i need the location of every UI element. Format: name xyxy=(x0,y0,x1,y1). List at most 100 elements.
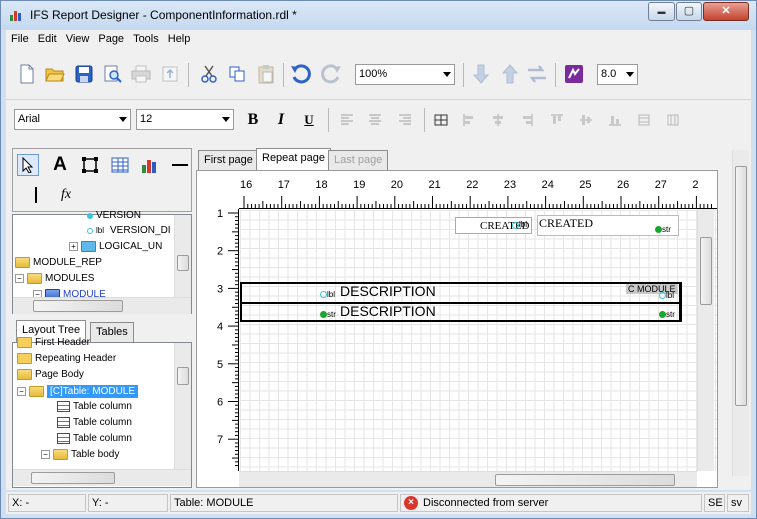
scroll-thumb[interactable] xyxy=(31,472,115,484)
error-icon: × xyxy=(404,496,418,510)
close-button[interactable]: ✕ xyxy=(703,2,749,21)
ruler-label: 19 xyxy=(353,179,365,191)
tree-item-table-column[interactable]: Table column xyxy=(57,417,132,428)
rectangle-tool-icon[interactable] xyxy=(79,154,101,176)
new-file-icon[interactable] xyxy=(16,63,38,85)
created-label-field[interactable]: CREATED lbl xyxy=(455,217,532,234)
table-module[interactable]: lbl DESCRIPTION C MODULE lbl str DESCRIP… xyxy=(240,282,682,322)
cut-icon[interactable] xyxy=(198,63,220,85)
collapse-icon[interactable]: − xyxy=(15,274,24,283)
layout-tree-hscroll[interactable] xyxy=(13,469,191,486)
same-height-icon[interactable] xyxy=(633,109,655,131)
tab-last-page[interactable]: Last page xyxy=(328,150,389,170)
align-objects-center-icon[interactable] xyxy=(487,109,509,131)
design-canvas[interactable]: 16 17 18 19 20 21 22 23 24 25 26 27 2 1234567 CREATE… xyxy=(196,170,718,488)
tree-item-logical-un[interactable]: + LOGICAL_UN xyxy=(69,241,162,252)
minimize-button[interactable]: ▬ xyxy=(648,2,675,21)
same-width-icon[interactable] xyxy=(662,109,684,131)
tree-item-modules[interactable]: − MODULES xyxy=(15,273,94,284)
tree-item-table-body[interactable]: − Table body xyxy=(41,449,119,460)
canvas-hscroll[interactable] xyxy=(239,471,697,487)
redo-icon[interactable] xyxy=(320,63,342,85)
tab-repeat-page[interactable]: Repeat page xyxy=(256,148,331,170)
tree-item-table-column[interactable]: Table column xyxy=(57,433,132,444)
layout-grid[interactable]: CREATED lbl CREATED str lbl DESCRIPTION … xyxy=(240,210,717,471)
tab-tables[interactable]: Tables xyxy=(90,322,134,342)
table-insert-icon[interactable] xyxy=(430,109,452,131)
italic-button[interactable]: I xyxy=(270,109,292,131)
copy-icon[interactable] xyxy=(226,63,248,85)
scroll-thumb[interactable] xyxy=(33,300,123,312)
tree-item-page-body[interactable]: Page Body xyxy=(17,369,84,380)
expand-icon[interactable]: + xyxy=(69,242,78,251)
menu-edit[interactable]: Edit xyxy=(33,30,61,45)
undo-icon[interactable] xyxy=(290,63,312,85)
tree-item-repeating-header[interactable]: Repeating Header xyxy=(17,353,116,364)
chart-tool-icon[interactable] xyxy=(139,154,161,176)
scroll-thumb[interactable] xyxy=(495,474,675,486)
pointer-tool-icon[interactable] xyxy=(17,154,39,176)
scroll-thumb[interactable] xyxy=(700,237,712,305)
function-tool-icon[interactable]: fx xyxy=(55,184,77,206)
underline-button[interactable]: U xyxy=(298,109,320,131)
version-select[interactable]: 8.0 xyxy=(597,64,638,85)
align-objects-right-icon[interactable] xyxy=(516,109,538,131)
tree-item-table-column[interactable]: Table column xyxy=(57,401,132,412)
scroll-thumb[interactable] xyxy=(735,166,747,406)
print-icon[interactable] xyxy=(130,63,152,85)
chevron-down-icon xyxy=(443,72,451,77)
data-tree-vscroll[interactable] xyxy=(174,215,191,297)
maximize-button[interactable]: ▢ xyxy=(676,2,702,21)
align-objects-middle-icon[interactable] xyxy=(575,109,597,131)
menu-help[interactable]: Help xyxy=(163,30,195,45)
canvas-vscroll[interactable] xyxy=(697,209,714,471)
zoom-select[interactable]: 100% xyxy=(355,64,455,85)
vertical-line-tool-icon[interactable] xyxy=(25,184,47,206)
ifs-logo-icon[interactable] xyxy=(563,63,585,85)
data-tree-hscroll[interactable] xyxy=(13,297,191,314)
main-toolbar: 100% 8.0 xyxy=(6,50,751,100)
page-vscroll[interactable] xyxy=(732,150,749,476)
print-preview-icon[interactable] xyxy=(102,63,124,85)
table-tool-icon[interactable] xyxy=(109,154,131,176)
font-name-select[interactable]: Arial xyxy=(14,109,131,130)
collapse-icon[interactable]: − xyxy=(41,450,50,459)
align-objects-top-icon[interactable] xyxy=(546,109,568,131)
paste-icon[interactable] xyxy=(255,63,277,85)
description-value[interactable]: DESCRIPTION xyxy=(340,303,436,319)
tree-item-version[interactable]: VERSION xyxy=(87,210,141,221)
line-tool-icon[interactable] xyxy=(169,154,191,176)
font-size-select[interactable]: 12 xyxy=(136,109,234,130)
scroll-thumb[interactable] xyxy=(177,255,189,271)
collapse-icon[interactable]: − xyxy=(17,387,26,396)
created-value-field[interactable]: CREATED str xyxy=(537,215,679,236)
description-label[interactable]: DESCRIPTION xyxy=(340,283,436,299)
move-up-icon[interactable] xyxy=(499,63,521,85)
open-folder-icon[interactable] xyxy=(44,63,66,85)
scroll-thumb[interactable] xyxy=(177,367,189,385)
export-icon[interactable] xyxy=(159,63,181,85)
app-window: IFS Report Designer - ComponentInformati… xyxy=(0,0,757,519)
tree-item-table-module[interactable]: − [C]Table: MODULE xyxy=(17,385,139,398)
tab-first-page[interactable]: First page xyxy=(198,150,259,170)
text-tool-icon[interactable]: A xyxy=(49,154,71,176)
ruler-label: 26 xyxy=(617,179,629,191)
menu-tools[interactable]: Tools xyxy=(128,30,163,45)
move-down-icon[interactable] xyxy=(470,63,492,85)
menu-file[interactable]: File xyxy=(6,30,33,45)
align-right-icon[interactable] xyxy=(394,109,416,131)
align-left-icon[interactable] xyxy=(336,109,358,131)
save-icon[interactable] xyxy=(73,63,95,85)
menu-page[interactable]: Page xyxy=(93,30,128,45)
tree-item-version-di[interactable]: lbl VERSION_DI xyxy=(87,225,171,236)
chevron-down-icon xyxy=(626,72,634,77)
bold-button[interactable]: B xyxy=(242,109,264,131)
tree-item-module-rep[interactable]: MODULE_REP xyxy=(15,257,102,268)
tree-item-first-header[interactable]: First Header xyxy=(17,337,90,348)
layout-tree-vscroll[interactable] xyxy=(174,343,191,469)
menu-view[interactable]: View xyxy=(61,30,94,45)
align-center-icon[interactable] xyxy=(364,109,386,131)
align-objects-bottom-icon[interactable] xyxy=(604,109,626,131)
swap-icon[interactable] xyxy=(526,63,548,85)
align-objects-left-icon[interactable] xyxy=(458,109,480,131)
